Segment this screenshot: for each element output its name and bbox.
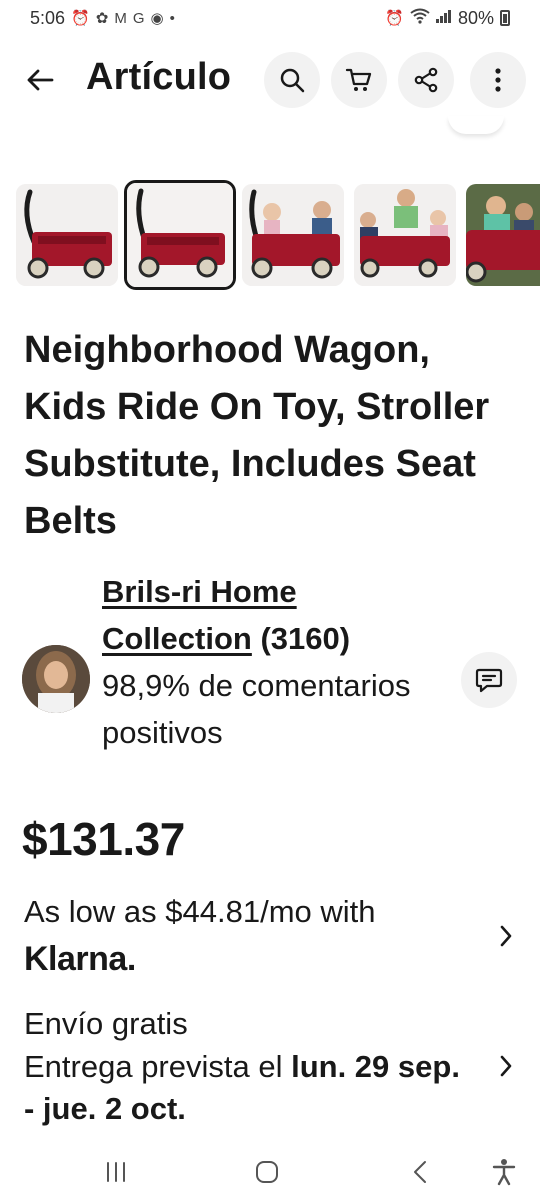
gmail-icon: M (114, 9, 127, 27)
product-title: Neighborhood Wagon, Kids Ride On Toy, St… (24, 329, 490, 542)
wagon-image (16, 184, 118, 286)
status-right: ⏰ 80% (385, 8, 510, 29)
seller-rating: 98,9% de comentarios positivos (102, 668, 411, 750)
back-button[interactable] (14, 54, 66, 106)
free-shipping-text: Envío gratis (24, 1006, 188, 1041)
status-time: 5:06 (30, 7, 66, 28)
shipping-row[interactable]: Envío gratis Entrega prevista el lun. 29… (0, 1004, 540, 1128)
home-button[interactable] (247, 1152, 287, 1192)
battery-level: 80% (457, 7, 494, 28)
share-button[interactable] (398, 52, 454, 108)
seller-avatar-image (22, 645, 90, 713)
message-icon (475, 668, 503, 693)
wagon-with-family-image (354, 184, 456, 286)
financing-chevron[interactable] (490, 920, 522, 952)
google-icon: G (132, 9, 145, 27)
page-title: Artículo (86, 56, 232, 98)
accessibility-button[interactable] (484, 1152, 524, 1192)
accessibility-icon (492, 1159, 516, 1186)
seller-feedback-count: (3160) (260, 621, 351, 656)
shipping-chevron[interactable] (490, 1050, 522, 1082)
cart-icon (345, 68, 372, 91)
delivery-estimate-prefix: Entrega prevista el (24, 1049, 292, 1084)
klarna-logo: Klarna. (24, 940, 136, 978)
financing-text: As low as $44.81/mo with (24, 894, 376, 929)
seller-avatar[interactable] (22, 645, 90, 713)
wifi-icon (410, 8, 430, 28)
system-nav-bar (0, 1140, 540, 1204)
alarm-icon: ⏰ (385, 10, 404, 27)
arrow-left-icon (27, 69, 54, 91)
share-icon (414, 67, 438, 93)
contact-seller-button[interactable] (461, 652, 517, 708)
signal-icon (435, 9, 452, 27)
alarm-icon: ⏰ (71, 10, 90, 27)
more-vertical-icon (495, 68, 501, 92)
thumbnail-3[interactable] (242, 184, 344, 286)
chevron-right-icon (500, 1055, 512, 1077)
thumbnail-strip[interactable] (0, 180, 540, 292)
recents-button[interactable] (96, 1152, 136, 1192)
app-header: Artículo (0, 44, 540, 116)
pinwheel-icon: ✿ (95, 10, 109, 27)
battery-icon (500, 10, 510, 26)
record-icon: ◉ (150, 10, 164, 27)
recents-icon (107, 1162, 125, 1182)
dot-icon: • (169, 9, 175, 27)
status-bar: 5:06 ⏰ ✿ M G ◉ • ⏰ 80% (0, 0, 540, 36)
thumbnail-4[interactable] (354, 184, 456, 286)
thumbnail-5[interactable] (466, 184, 540, 286)
chevron-right-icon (500, 925, 512, 947)
back-icon (414, 1161, 426, 1183)
image-carousel-edge (448, 116, 504, 134)
search-icon (280, 68, 305, 93)
wagon-image (127, 183, 233, 287)
seller-info: Brils-ri Home Collection (3160) 98,9% de… (102, 568, 442, 756)
thumbnail-1[interactable] (16, 184, 118, 286)
product-price: $131.37 (22, 813, 185, 865)
wagon-outdoor-image (466, 184, 540, 286)
search-button[interactable] (264, 52, 320, 108)
wagon-with-kids-image (242, 184, 344, 286)
status-left: 5:06 ⏰ ✿ M G ◉ • (30, 8, 175, 29)
system-back-button[interactable] (400, 1152, 440, 1192)
financing-row[interactable]: As low as $44.81/mo with Klarna. (0, 890, 540, 990)
more-options-button[interactable] (470, 52, 526, 108)
cart-button[interactable] (331, 52, 387, 108)
delivery-estimate: Entrega prevista el lun. 29 sep. - jue. … (24, 1046, 464, 1130)
thumbnail-2-selected[interactable] (124, 180, 236, 290)
home-icon (256, 1161, 278, 1183)
